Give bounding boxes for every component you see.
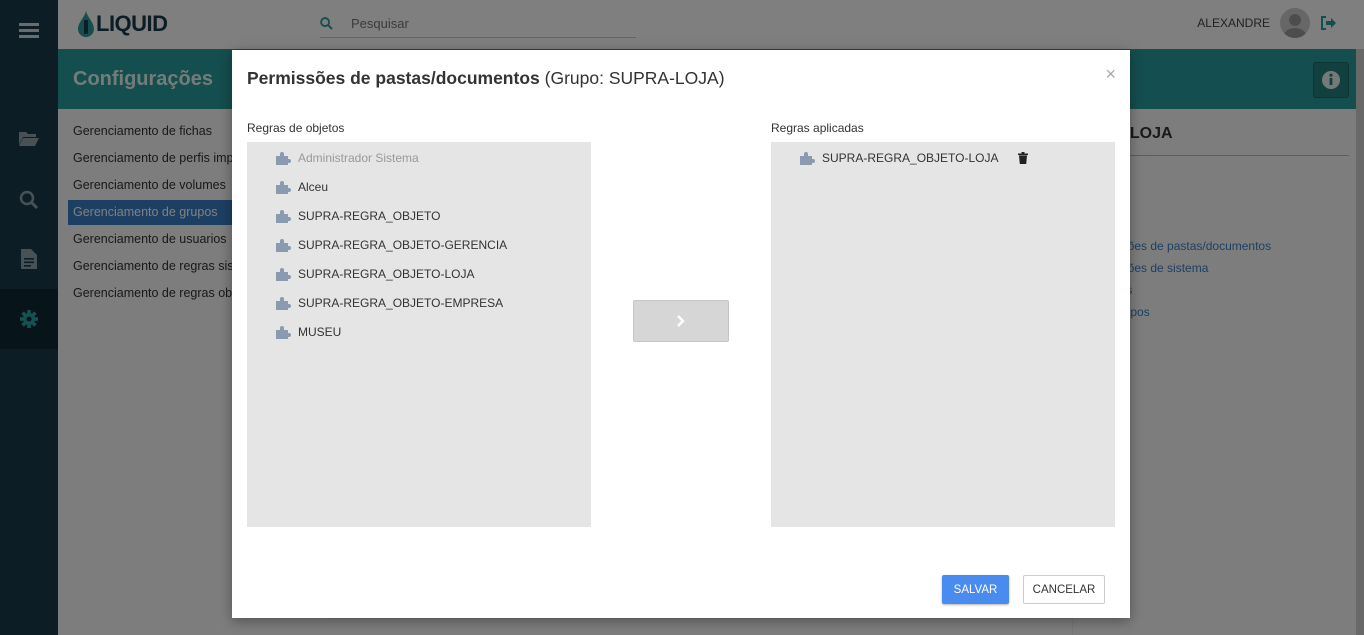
- puzzle-piece-icon: [276, 239, 291, 252]
- delete-rule-button[interactable]: [1018, 152, 1029, 164]
- puzzle-piece-icon: [276, 210, 291, 223]
- cancel-button[interactable]: CANCELAR: [1023, 575, 1105, 604]
- list-item-label: SUPRA-REGRA_OBJETO-EMPRESA: [298, 296, 504, 310]
- modal-title-group: (Grupo: SUPRA-LOJA): [544, 68, 725, 88]
- right-list-label: Regras aplicadas: [771, 121, 864, 135]
- list-item-label: SUPRA-REGRA_OBJETO-LOJA: [822, 151, 999, 165]
- list-item-label: Alceu: [298, 180, 329, 194]
- trash-icon: [1018, 152, 1029, 164]
- list-item[interactable]: SUPRA-REGRA_OBJETO-GERENCIA: [275, 235, 507, 255]
- add-rule-button[interactable]: [633, 300, 729, 342]
- object-rules-list: Administrador Sistema Alceu SUPRA-REGRA_…: [247, 142, 591, 527]
- list-item-label: Administrador Sistema: [298, 151, 419, 165]
- save-button[interactable]: SALVAR: [942, 575, 1009, 604]
- list-item[interactable]: Administrador Sistema: [275, 148, 419, 168]
- list-item[interactable]: SUPRA-REGRA_OBJETO-LOJA: [799, 148, 1029, 168]
- list-item[interactable]: SUPRA-REGRA_OBJETO-EMPRESA: [275, 293, 503, 313]
- list-item-label: SUPRA-REGRA_OBJETO-GERENCIA: [298, 238, 508, 252]
- applied-rules-list: SUPRA-REGRA_OBJETO-LOJA: [771, 142, 1115, 527]
- list-item-label: SUPRA-REGRA_OBJETO-LOJA: [298, 267, 475, 281]
- puzzle-piece-icon: [276, 326, 291, 339]
- puzzle-piece-icon: [276, 268, 291, 281]
- chevron-right-icon: [677, 315, 685, 327]
- puzzle-piece-icon: [276, 181, 291, 194]
- list-item-label: SUPRA-REGRA_OBJETO: [298, 209, 441, 223]
- list-item-label: MUSEU: [298, 325, 342, 339]
- list-item[interactable]: Alceu: [275, 177, 328, 197]
- permissions-modal: Permissões de pastas/documentos (Grupo: …: [232, 50, 1130, 618]
- modal-title-main: Permissões de pastas/documentos: [247, 68, 540, 88]
- list-item[interactable]: MUSEU: [275, 322, 341, 342]
- puzzle-piece-icon: [276, 297, 291, 310]
- list-item[interactable]: SUPRA-REGRA_OBJETO-LOJA: [275, 264, 474, 284]
- list-item[interactable]: SUPRA-REGRA_OBJETO: [275, 206, 440, 226]
- left-list-label: Regras de objetos: [247, 121, 345, 135]
- close-icon[interactable]: ×: [1105, 65, 1116, 83]
- puzzle-piece-icon: [800, 152, 815, 165]
- puzzle-piece-icon: [276, 152, 291, 165]
- modal-title: Permissões de pastas/documentos (Grupo: …: [247, 68, 725, 89]
